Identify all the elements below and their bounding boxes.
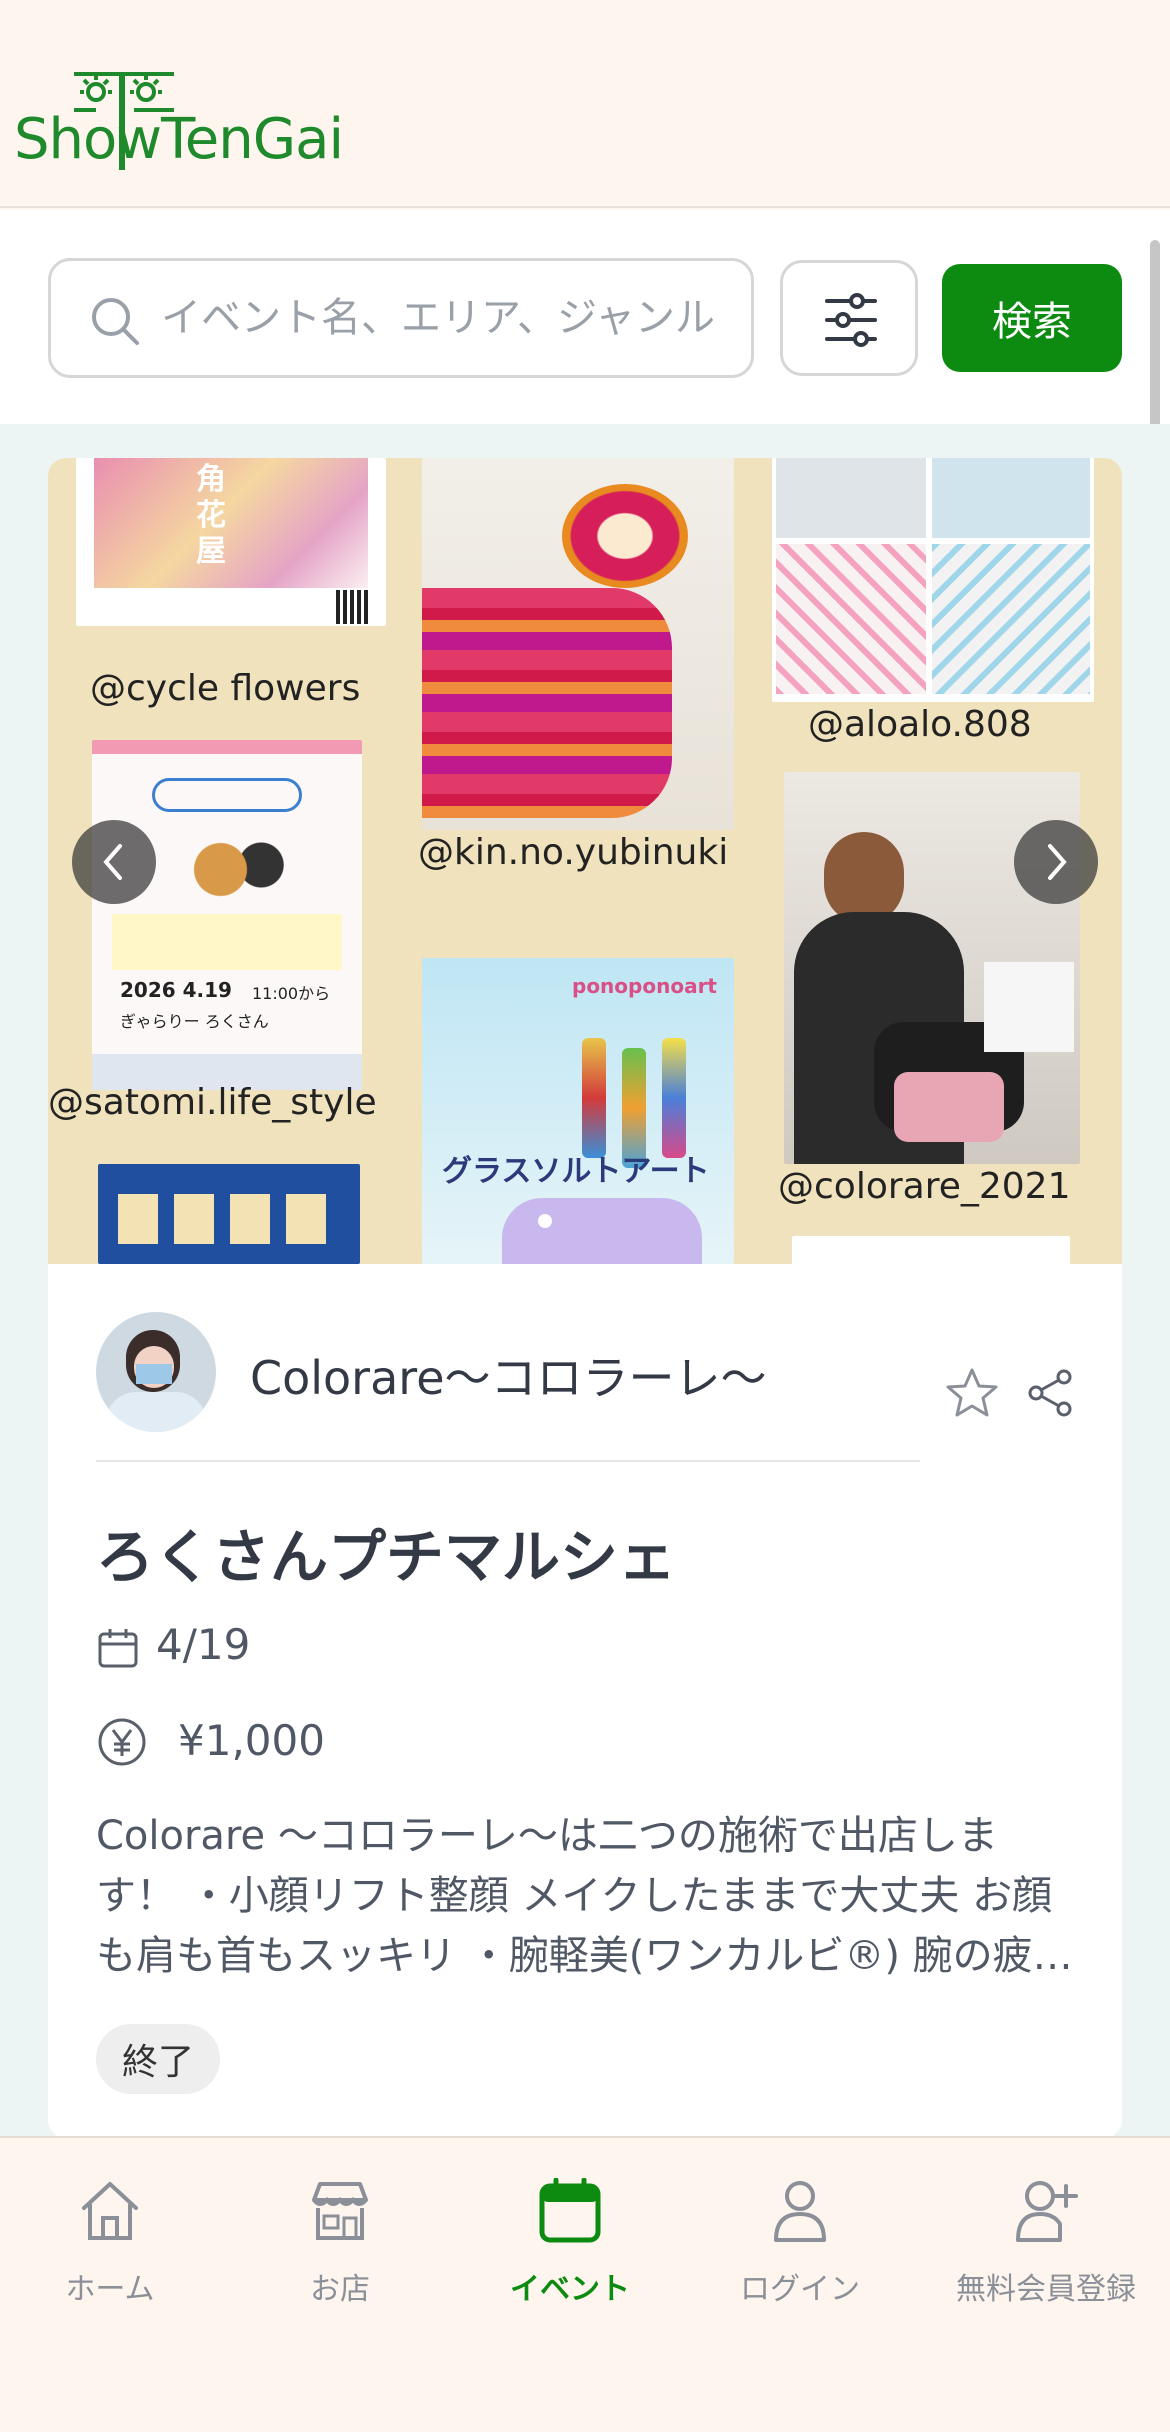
- filter-button[interactable]: [780, 260, 918, 376]
- carousel-dot[interactable]: [538, 1214, 552, 1228]
- nav-store[interactable]: お店: [230, 2178, 450, 2318]
- store-icon: [312, 2182, 368, 2240]
- nav-event[interactable]: イベント: [460, 2178, 680, 2318]
- nav-login-label: ログイン: [740, 2272, 860, 2307]
- calendar-icon: [539, 2178, 601, 2243]
- pet-poster-time: 11:00から: [252, 984, 331, 1003]
- home-icon: [82, 2182, 138, 2240]
- search-input[interactable]: [161, 281, 717, 355]
- share-icon[interactable]: [1026, 1368, 1076, 1418]
- keychain-photo: [772, 458, 1094, 702]
- logo-text: ShowTenGai: [14, 107, 344, 172]
- event-date-row: 4/19: [96, 1616, 496, 1676]
- nav-home-label: ホーム: [65, 2272, 155, 2307]
- image-carousel[interactable]: 角花屋 @cycle flowers 2026 4.19 11:00から ぎゃら…: [48, 458, 1122, 1264]
- partial-tile: [792, 1236, 1070, 1264]
- carousel-label: @cycle flowers: [90, 668, 361, 709]
- search-button[interactable]: 検索: [942, 264, 1122, 372]
- event-price: ¥1,000: [178, 1716, 325, 1765]
- shop-avatar[interactable]: [96, 1312, 216, 1432]
- carousel-next-button[interactable]: [1014, 820, 1098, 904]
- yen-icon: [98, 1718, 146, 1766]
- carousel-prev-button[interactable]: [72, 820, 156, 904]
- flower-poster: 角花屋: [76, 458, 386, 626]
- pet-poster-date: 2026 4.19: [120, 978, 232, 1002]
- shop-name[interactable]: Colorare〜コロラーレ〜: [250, 1342, 767, 1408]
- thimble-photo: [422, 458, 734, 830]
- card-game-photo: [98, 1164, 360, 1264]
- search-field[interactable]: [48, 258, 754, 378]
- nav-register[interactable]: 無料会員登録: [936, 2178, 1156, 2318]
- pet-poster-venue: ぎゃらりー ろくさん: [120, 1012, 269, 1031]
- nav-home[interactable]: ホーム: [0, 2178, 220, 2318]
- nav-register-label: 無料会員登録: [956, 2272, 1136, 2307]
- search-icon: [92, 298, 139, 345]
- event-title[interactable]: ろくさんプチマルシェ: [96, 1510, 676, 1594]
- chevron-left-icon: [103, 844, 122, 880]
- carousel-label: @kin.no.yubinuki: [418, 832, 729, 873]
- nav-login[interactable]: ログイン: [690, 2178, 910, 2318]
- status-badge: 終了: [96, 2024, 221, 2094]
- bottom-navigation: ホーム お店 イベント ログイン 無料会員登録: [0, 2136, 1170, 2432]
- salt-art-poster: ponoponoart グラスソルトアート: [422, 958, 734, 1264]
- star-icon[interactable]: [944, 1366, 1000, 1422]
- event-date: 4/19: [156, 1620, 251, 1669]
- salt-art-title: グラスソルトアート: [442, 1154, 710, 1189]
- carousel-label: @aloalo.808: [808, 704, 1032, 745]
- qr-code: [336, 590, 370, 624]
- app-header: ShowTenGai: [0, 0, 1170, 208]
- flower-poster-title: 角花屋: [196, 462, 226, 569]
- user-plus-icon: [1016, 2181, 1078, 2242]
- nav-event-label: イベント: [510, 2272, 630, 2307]
- site-logo[interactable]: ShowTenGai: [14, 62, 354, 182]
- sliders-icon: [825, 293, 877, 347]
- event-description: Colorare 〜コロラーレ〜は二つの施術で出店します！ ・小顔リフト整顔 メ…: [96, 1813, 1073, 1979]
- user-icon: [774, 2181, 826, 2242]
- carousel-label: @colorare_2021: [778, 1166, 1071, 1207]
- nav-store-label: お店: [310, 2272, 370, 2307]
- event-price-row: ¥1,000: [96, 1710, 496, 1770]
- shop-info[interactable]: Colorare〜コロラーレ〜: [96, 1312, 920, 1462]
- salt-art-brand: ponoponoart: [572, 974, 717, 998]
- carousel-label: @satomi.life_style: [48, 1082, 377, 1123]
- search-bar: 検索: [0, 210, 1170, 424]
- pet-poster: 2026 4.19 11:00から ぎゃらりー ろくさん: [92, 740, 362, 1090]
- calendar-icon: [98, 1629, 138, 1668]
- chevron-right-icon: [1048, 844, 1067, 880]
